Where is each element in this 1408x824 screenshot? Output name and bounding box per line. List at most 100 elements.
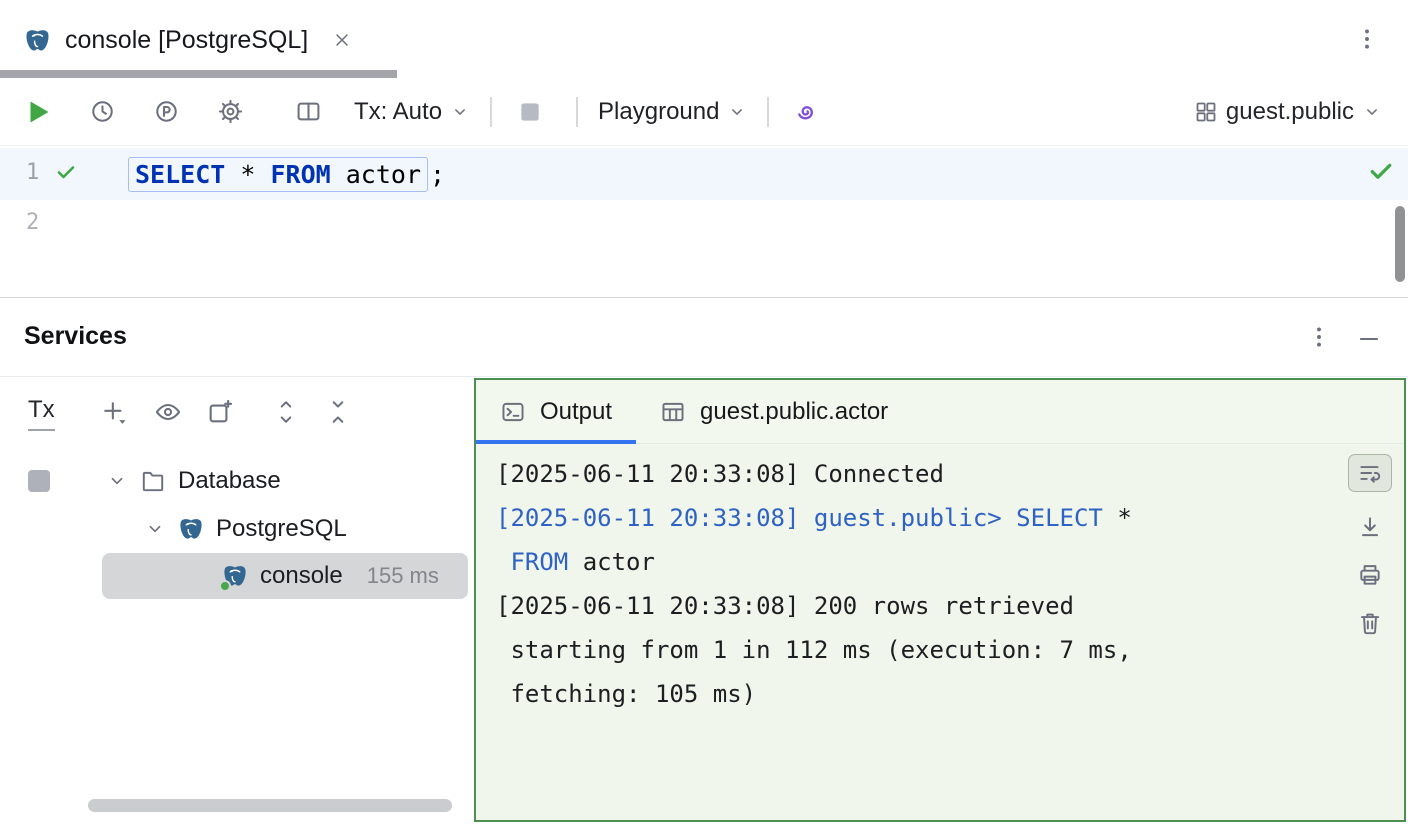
console-output-log: [2025-06-11 20:33:08] Connected[2025-06-…	[496, 452, 1338, 814]
play-icon	[23, 97, 53, 127]
editor-scrollbar[interactable]	[1395, 206, 1405, 282]
settings-button[interactable]	[212, 94, 248, 130]
duplicate-plus-icon	[206, 398, 234, 426]
soft-wrap-icon	[1357, 460, 1383, 486]
connected-dot	[219, 580, 231, 592]
toolbar-separator	[767, 97, 769, 127]
tx-mode-dropdown[interactable]: Tx: Auto	[354, 98, 470, 126]
expand-all-icon	[273, 399, 299, 425]
tree-row-database[interactable]: Database	[0, 457, 468, 505]
gear-icon	[217, 98, 244, 125]
p-circle-icon	[153, 98, 180, 125]
schema-selector[interactable]: guest.public	[1194, 98, 1382, 126]
output-log-line: [2025-06-11 20:33:08] Connected	[496, 452, 1338, 496]
output-panel: Output guest.public.actor [2025-06-11 20…	[474, 378, 1406, 822]
services-panel-header: Services	[0, 297, 1408, 377]
tab-result-grid[interactable]: guest.public.actor	[636, 380, 912, 443]
tree-item-label: PostgreSQL	[216, 515, 347, 543]
editor-code-line[interactable]: SELECT * FROM actor;	[128, 148, 445, 200]
output-log-line: FROM actor	[496, 540, 1338, 584]
expand-all-button[interactable]	[268, 394, 304, 430]
editor-tab-title: console [PostgreSQL]	[65, 26, 308, 55]
output-log-line: starting from 1 in 112 ms (execution: 7 …	[496, 628, 1338, 672]
add-button[interactable]	[96, 394, 132, 430]
statement-success-icon	[54, 160, 78, 184]
in-editor-results-button[interactable]	[290, 94, 326, 130]
console-toolbar: Tx: Auto Playground guest.public	[0, 78, 1408, 146]
tree-row-postgresql[interactable]: PostgreSQL	[0, 505, 468, 553]
tab-label: guest.public.actor	[700, 398, 888, 426]
code-text: ;	[430, 160, 445, 189]
session-spiral-icon	[793, 98, 821, 126]
executed-statement-box: SELECT * FROM actor	[128, 157, 428, 192]
terminal-icon	[500, 399, 526, 425]
stop-button[interactable]	[512, 94, 548, 130]
tx-filter-toggle[interactable]: Tx	[28, 396, 55, 431]
line-number: 1	[26, 160, 39, 185]
kebab-menu-icon[interactable]	[1354, 26, 1380, 52]
soft-wrap-button[interactable]	[1348, 454, 1392, 492]
chevron-down-icon	[106, 470, 128, 492]
scroll-to-end-button[interactable]	[1357, 514, 1383, 540]
tx-mode-label: Tx: Auto	[354, 98, 442, 126]
tree-horizontal-scrollbar[interactable]	[88, 799, 452, 812]
application-window: console [PostgreSQL]	[0, 0, 1408, 824]
services-tree-panel: Tx	[0, 378, 474, 824]
execution-success-icon	[1366, 156, 1396, 186]
tab-bar-scrollbar[interactable]	[0, 70, 397, 78]
postgresql-icon	[24, 27, 51, 54]
stop-icon	[517, 99, 543, 125]
run-button[interactable]	[20, 94, 56, 130]
duration-badge: 155 ms	[367, 563, 439, 589]
clear-output-button[interactable]	[1357, 610, 1383, 636]
toolbar-separator	[576, 97, 578, 127]
schema-label: guest.public	[1226, 98, 1354, 126]
services-title: Services	[24, 322, 127, 351]
console-selector-dropdown[interactable]: Playground	[598, 98, 747, 126]
tree-item-label: console	[260, 562, 343, 590]
clock-icon	[89, 98, 116, 125]
output-log-line: [2025-06-11 20:33:08] 200 rows retrieved	[496, 584, 1338, 628]
print-button[interactable]	[1357, 562, 1383, 588]
output-side-toolbar	[1344, 454, 1396, 636]
postgresql-icon	[178, 516, 204, 542]
tree-row-console[interactable]: console 155 ms	[102, 553, 468, 599]
toolbar-separator	[490, 97, 492, 127]
editor-tab-console[interactable]: console [PostgreSQL]	[24, 20, 352, 60]
plus-icon	[100, 398, 128, 426]
tab-label: Output	[540, 398, 612, 426]
services-toolbar: Tx	[0, 386, 474, 440]
output-log-line: fetching: 105 ms)	[496, 672, 1338, 716]
schema-icon	[1194, 100, 1218, 124]
parameters-button[interactable]	[148, 94, 184, 130]
session-button[interactable]	[789, 94, 825, 130]
chevron-down-icon	[1362, 102, 1382, 122]
eye-icon	[154, 398, 182, 426]
chevron-down-icon	[727, 102, 747, 122]
editor-tab-bar: console [PostgreSQL]	[0, 0, 1408, 78]
folder-icon	[140, 468, 166, 494]
output-tab-bar: Output guest.public.actor	[476, 380, 1404, 444]
line-number: 2	[26, 210, 39, 235]
output-log-line: [2025-06-11 20:33:08] guest.public> SELE…	[496, 496, 1338, 540]
console-icon	[222, 563, 248, 589]
collapse-all-button[interactable]	[320, 394, 356, 430]
tree-item-label: Database	[178, 467, 281, 495]
collapse-all-icon	[325, 399, 351, 425]
preview-button[interactable]	[150, 394, 186, 430]
console-selector-label: Playground	[598, 98, 719, 126]
new-console-button[interactable]	[202, 394, 238, 430]
history-button[interactable]	[84, 94, 120, 130]
close-icon[interactable]	[332, 30, 352, 50]
services-options-kebab-icon[interactable]	[1306, 324, 1332, 350]
chevron-down-icon	[144, 518, 166, 540]
minimize-icon[interactable]	[1356, 326, 1382, 352]
trash-icon	[1357, 610, 1383, 636]
sql-editor[interactable]: 1 2 SELECT * FROM actor;	[0, 146, 1408, 297]
printer-icon	[1357, 562, 1383, 588]
scroll-to-end-icon	[1357, 514, 1383, 540]
layout-icon	[295, 98, 322, 125]
tab-output[interactable]: Output	[476, 380, 636, 443]
chevron-down-icon	[450, 102, 470, 122]
table-icon	[660, 399, 686, 425]
